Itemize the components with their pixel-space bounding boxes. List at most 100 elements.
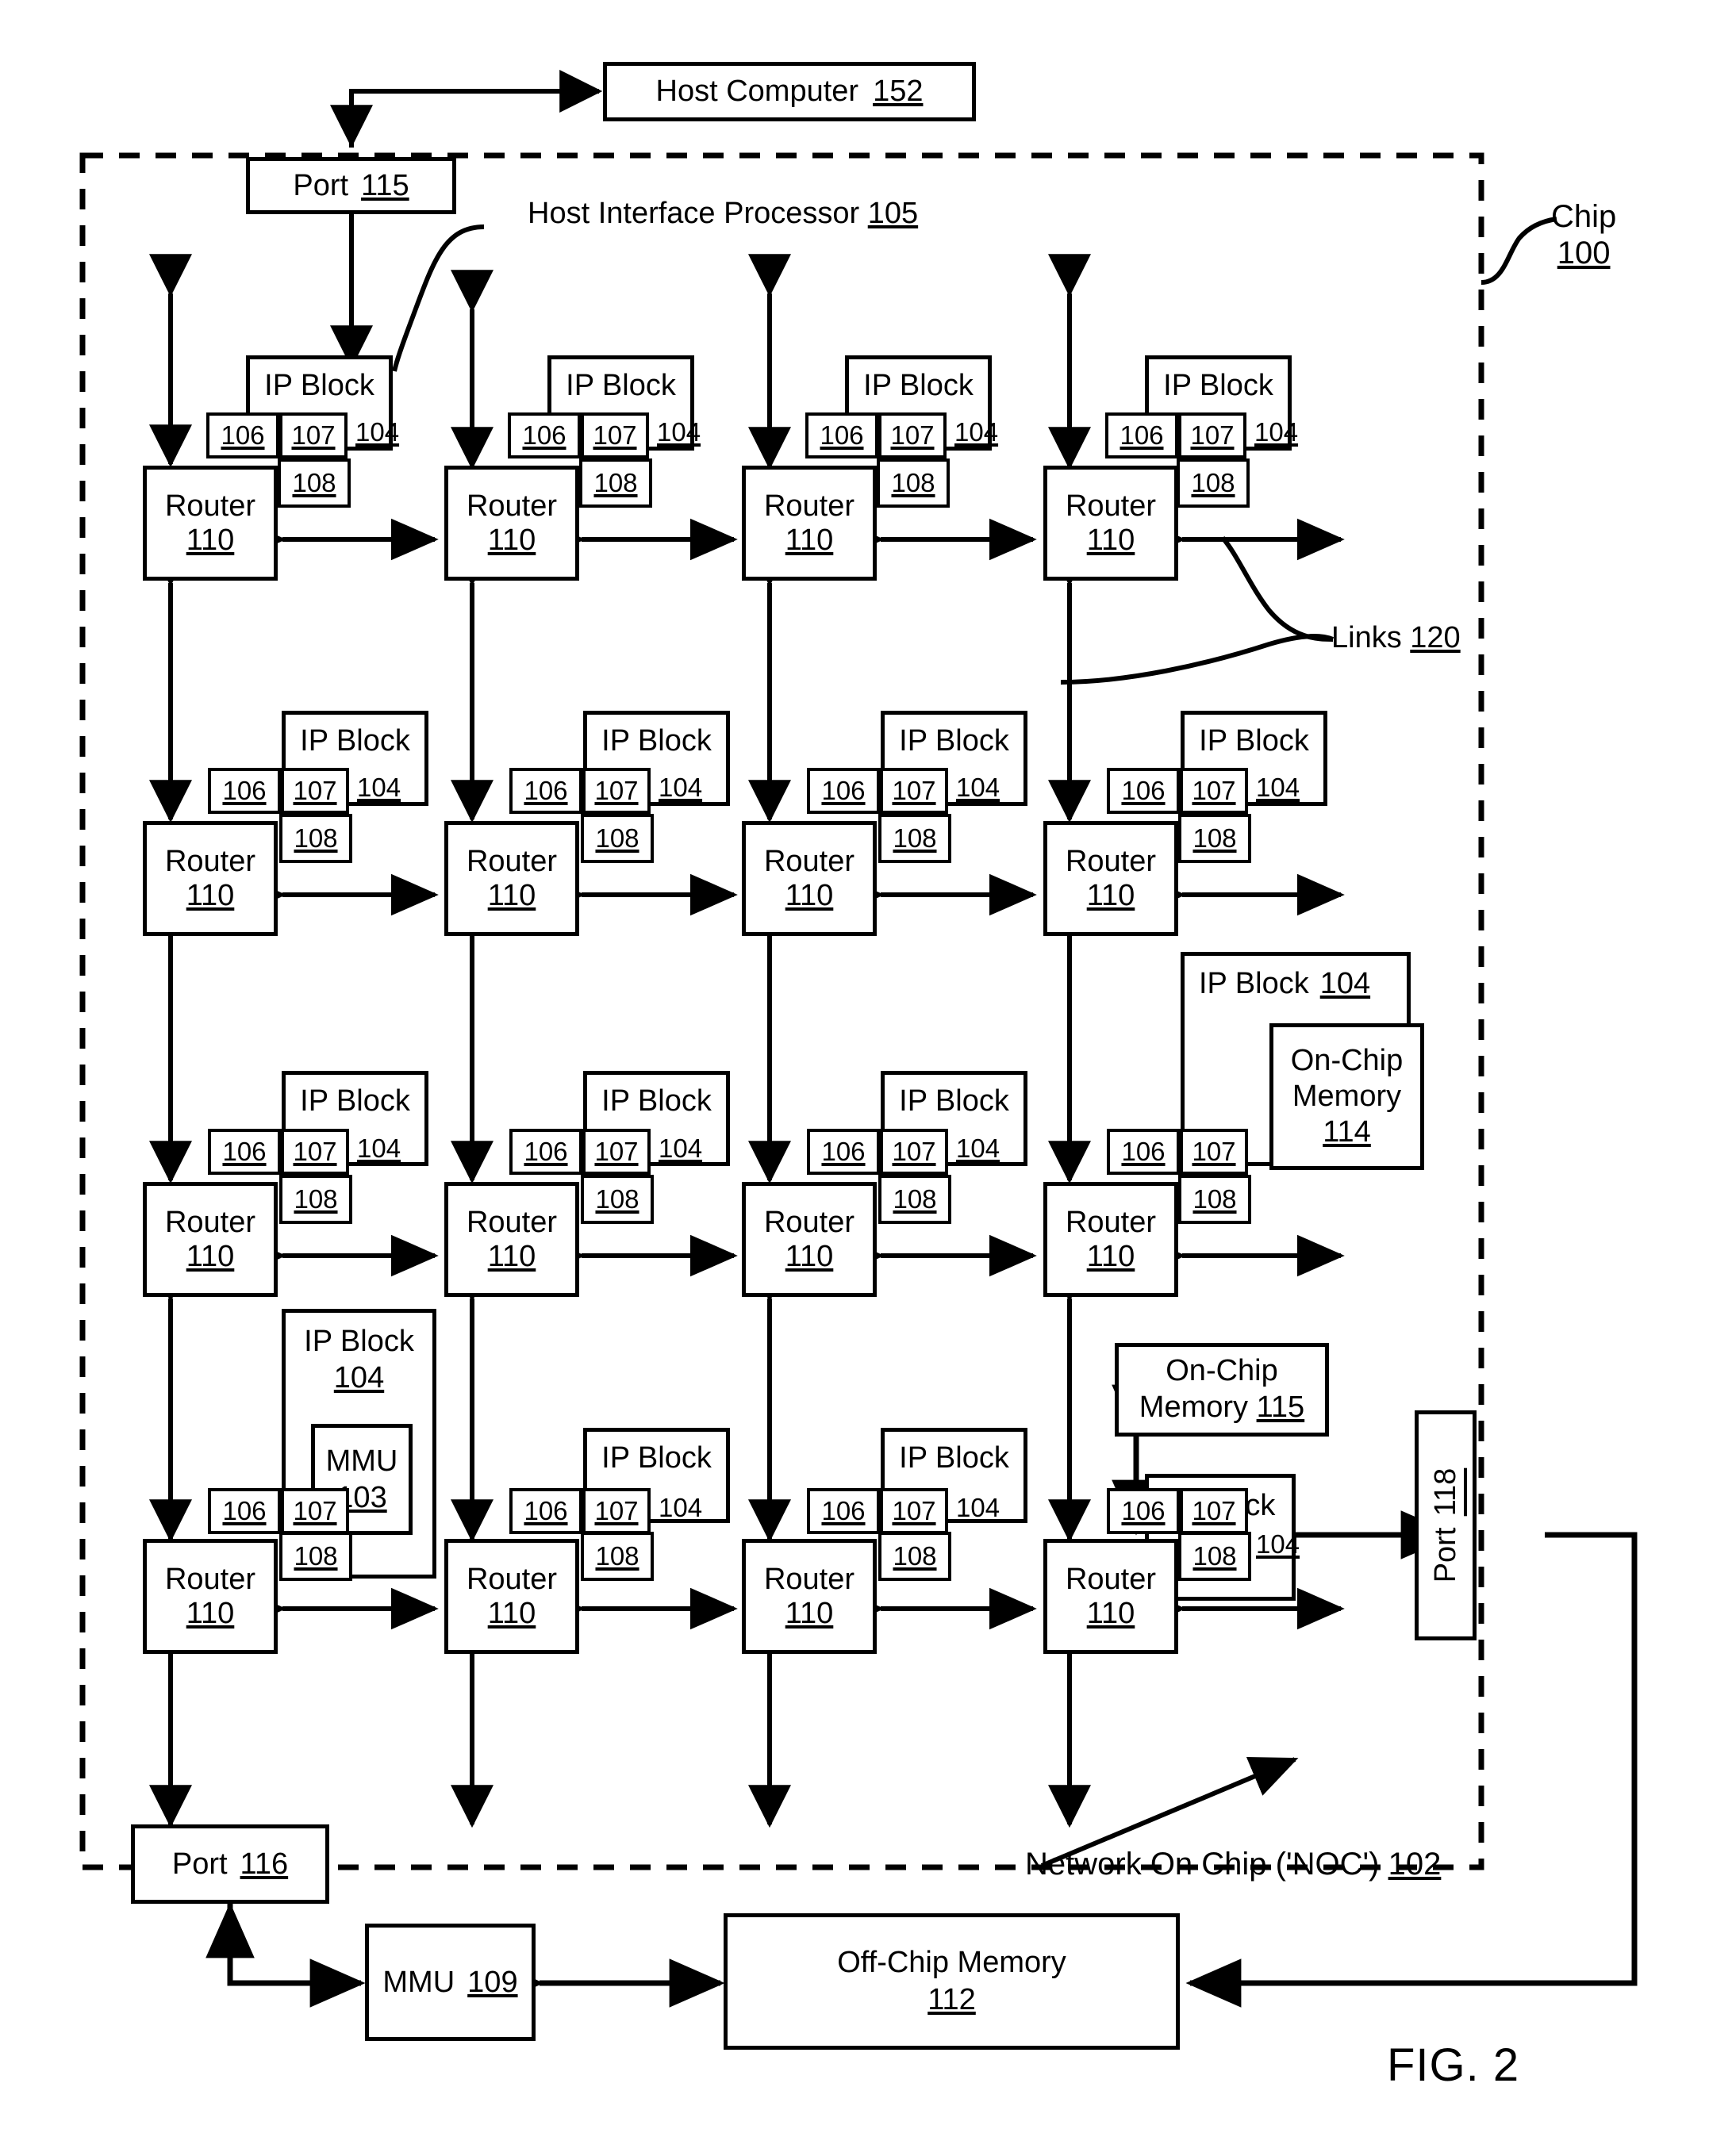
port-115-box[interactable]: Port 115 bbox=[246, 157, 456, 214]
link-host-to-port bbox=[349, 70, 603, 148]
ipblock-ref-r2c3: 104 bbox=[956, 773, 1000, 802]
ipblock-label-r3c4: IP Block bbox=[1199, 967, 1309, 1000]
port-115-label: Port bbox=[293, 168, 349, 202]
offchip-memory-box[interactable]: Off-Chip Memory 112 bbox=[724, 1913, 1180, 2050]
badge-106-r3c4: 106 bbox=[1107, 1129, 1180, 1175]
badge-108-r4c2: 108 bbox=[581, 1532, 654, 1581]
mmu-109-label: MMU bbox=[382, 1965, 455, 1999]
ipblock-label: IP Block bbox=[264, 369, 374, 402]
router-r1c1[interactable]: Router 110 bbox=[143, 466, 278, 581]
badge-108-r2c4: 108 bbox=[1178, 814, 1251, 863]
port-116-label: Port bbox=[171, 1847, 228, 1881]
router-r4c1[interactable]: Router 110 bbox=[143, 1539, 278, 1654]
router-r4c3[interactable]: Router 110 bbox=[742, 1539, 877, 1654]
ipblock-ref-r2c1: 104 bbox=[357, 773, 401, 802]
host-interface-processor-label: Host Interface Processor 105 bbox=[528, 198, 918, 228]
router-r3c4[interactable]: Router 110 bbox=[1043, 1182, 1178, 1297]
badge-107-r3c1: 107 bbox=[281, 1129, 349, 1175]
badge-106-r4c3: 106 bbox=[807, 1488, 880, 1534]
router-r3c1[interactable]: Router 110 bbox=[143, 1182, 278, 1297]
router-r4c4[interactable]: Router 110 bbox=[1043, 1539, 1178, 1654]
links-ref: 120 bbox=[1410, 621, 1461, 654]
badge-108-r1c1: 108 bbox=[278, 458, 351, 508]
ipblock-ref-r3c4: 104 bbox=[1319, 967, 1371, 1000]
badge-106-r4c4: 106 bbox=[1107, 1488, 1180, 1534]
ipblock-ref-r3c3: 104 bbox=[956, 1134, 1000, 1163]
onchip-115-line2: Memory 115 Memory 115 bbox=[1139, 1390, 1304, 1426]
links-text: Links bbox=[1331, 621, 1402, 654]
ipblock-ref-r1c4: 104 bbox=[1254, 417, 1299, 447]
port-116-box[interactable]: Port 116 bbox=[131, 1824, 329, 1904]
onchip-memory-114-box[interactable]: On-Chip Memory 114 bbox=[1269, 1023, 1424, 1170]
mmu-103-label: MMU bbox=[325, 1444, 398, 1478]
router-label: Router bbox=[164, 489, 256, 523]
ipblock-ref-r3c1: 104 bbox=[357, 1134, 401, 1163]
onchip-114-line1: On-Chip bbox=[1290, 1044, 1404, 1078]
noc-label: Network On Chip ('NOC') 102 bbox=[1025, 1848, 1441, 1880]
badge-108-r1c2: 108 bbox=[579, 458, 652, 508]
badge-108-r2c1: 108 bbox=[279, 814, 352, 863]
noc-text: Network On Chip ('NOC') bbox=[1025, 1847, 1380, 1882]
ipblock-ref-r4c1: 104 bbox=[333, 1360, 385, 1394]
router-r1c3[interactable]: Router 110 bbox=[742, 466, 877, 581]
badge-106-r2c2: 106 bbox=[509, 768, 582, 814]
badge-107-r4c4: 107 bbox=[1180, 1488, 1248, 1534]
router-r2c1[interactable]: Router 110 bbox=[143, 821, 278, 936]
links-label: Links 120 bbox=[1331, 623, 1461, 653]
offchip-memory-label: Off-Chip Memory bbox=[837, 1945, 1066, 1979]
router-r1c4[interactable]: Router 110 bbox=[1043, 466, 1178, 581]
ipblock-ref-r4c3: 104 bbox=[956, 1493, 1000, 1522]
router-r3c3[interactable]: Router 110 bbox=[742, 1182, 877, 1297]
figure-caption: FIG. 2 bbox=[1387, 2039, 1520, 2091]
ipblock-ref-r2c2: 104 bbox=[659, 773, 703, 802]
link-port116-mmu109 bbox=[227, 1904, 366, 2008]
badge-107-r2c2: 107 bbox=[582, 768, 651, 814]
router-r4c2[interactable]: Router 110 bbox=[444, 1539, 579, 1654]
badge-107-r3c4: 107 bbox=[1180, 1129, 1248, 1175]
port-116-ref: 116 bbox=[240, 1847, 289, 1881]
badge-107-r1c2: 107 bbox=[581, 412, 649, 458]
badge-106-r2c1: 106 bbox=[208, 768, 281, 814]
ipblock-label-r4c1: IP Block bbox=[304, 1325, 414, 1358]
mmu-109-ref: 109 bbox=[467, 1965, 518, 1999]
mmu-109-box[interactable]: MMU 109 bbox=[365, 1924, 536, 2041]
badge-107-r3c2: 107 bbox=[582, 1129, 651, 1175]
ipblock-ref-r1c2: 104 bbox=[657, 417, 701, 447]
router-r3c2[interactable]: Router 110 bbox=[444, 1182, 579, 1297]
onchip-114-line2: Memory bbox=[1292, 1080, 1402, 1114]
badge-108-r4c3: 108 bbox=[878, 1532, 951, 1581]
badge-108-r3c1: 108 bbox=[279, 1175, 352, 1224]
router-r2c3[interactable]: Router 110 bbox=[742, 821, 877, 936]
port-118-label: Port bbox=[1428, 1527, 1462, 1583]
badge-106-r1c4: 106 bbox=[1105, 412, 1178, 458]
onchip-memory-115-box[interactable]: On-Chip Memory 115 Memory 115 bbox=[1115, 1343, 1329, 1437]
badge-106-r3c3: 106 bbox=[807, 1129, 880, 1175]
badge-108-r1c4: 108 bbox=[1177, 458, 1250, 508]
badge-106-r4c1: 106 bbox=[208, 1488, 281, 1534]
router-r2c2[interactable]: Router 110 bbox=[444, 821, 579, 936]
port-115-ref: 115 bbox=[361, 168, 409, 202]
ipblock-ref-r2c4: 104 bbox=[1256, 773, 1300, 802]
link-port118-offchip bbox=[1185, 1532, 1638, 2008]
router-r2c4[interactable]: Router 110 bbox=[1043, 821, 1178, 936]
badge-108-r4c1: 108 bbox=[279, 1532, 352, 1581]
onchip-115-line1: On-Chip bbox=[1166, 1354, 1278, 1388]
badge-107-r4c3: 107 bbox=[880, 1488, 948, 1534]
offchip-memory-ref: 112 bbox=[927, 1983, 976, 2016]
host-computer-box[interactable]: Host Computer 152 bbox=[603, 62, 976, 121]
chip-label: Chip 100 bbox=[1551, 198, 1616, 271]
port-118-box[interactable]: Port 118 bbox=[1415, 1410, 1477, 1640]
badge-106-r1c1: 106 bbox=[206, 412, 279, 458]
ipblock-ref-r1c3: 104 bbox=[954, 417, 999, 447]
router-r1c2[interactable]: Router 110 bbox=[444, 466, 579, 581]
badge-106-r1c2: 106 bbox=[508, 412, 581, 458]
ipblock-ref-r4c2: 104 bbox=[659, 1493, 703, 1522]
port-118-ref: 118 bbox=[1428, 1467, 1462, 1517]
badge-108-r3c2: 108 bbox=[581, 1175, 654, 1224]
leader-links-a bbox=[1220, 536, 1334, 642]
badge-106-r4c2: 106 bbox=[509, 1488, 582, 1534]
onchip-115-memory-word: Memory bbox=[1139, 1391, 1249, 1424]
host-computer-label: Host Computer bbox=[655, 75, 859, 109]
ipblock-ref-r1c1: 104 bbox=[355, 417, 400, 447]
badge-108-r1c3: 108 bbox=[877, 458, 950, 508]
